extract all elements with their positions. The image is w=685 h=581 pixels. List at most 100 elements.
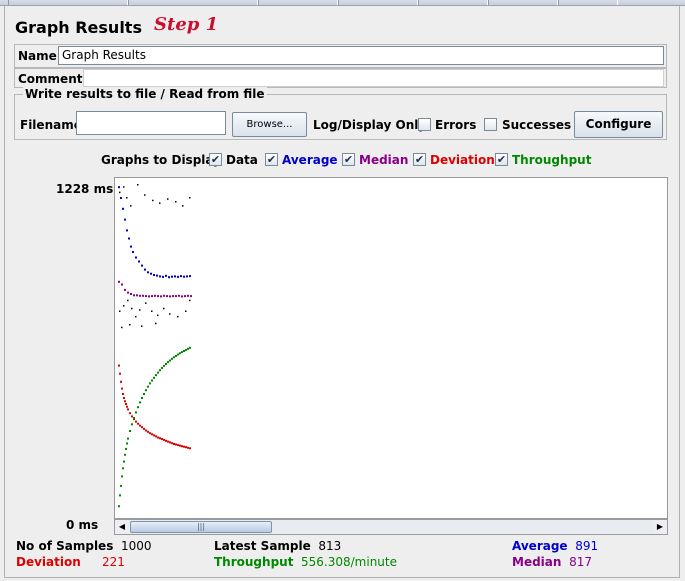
tab[interactable] xyxy=(258,0,338,5)
median-point xyxy=(178,294,180,297)
tab[interactable] xyxy=(338,0,418,5)
deviation-point xyxy=(165,439,167,442)
average-point xyxy=(141,264,143,267)
samples-label: No of Samples xyxy=(16,539,114,553)
throughput-point xyxy=(175,354,177,357)
median-point xyxy=(142,294,144,297)
throughput-checkbox[interactable]: ✔ xyxy=(495,153,508,166)
scroll-left-icon[interactable]: ◀ xyxy=(115,520,129,534)
graph-area xyxy=(114,177,668,519)
tab[interactable] xyxy=(8,0,128,5)
throughput-label: Throughput xyxy=(214,555,294,569)
average-label: Average xyxy=(512,539,568,553)
data-point xyxy=(175,201,177,203)
throughput-graph-label: Throughput xyxy=(512,153,592,167)
data-point xyxy=(139,309,141,311)
median-checkbox[interactable]: ✔ xyxy=(342,153,355,166)
median-label: Median xyxy=(512,555,562,569)
data-point xyxy=(123,186,125,188)
deviation-point xyxy=(139,424,141,427)
throughput-point xyxy=(147,385,149,388)
errors-label: Errors xyxy=(435,118,477,132)
graphs-to-display-label: Graphs to Display xyxy=(101,153,221,167)
throughput-point xyxy=(122,467,124,470)
scroll-thumb[interactable]: ||| xyxy=(130,521,272,533)
deviation-point xyxy=(135,420,137,423)
data-point xyxy=(167,198,169,200)
throughput-point xyxy=(155,374,157,377)
tab[interactable] xyxy=(558,0,618,5)
data-point xyxy=(119,191,121,194)
throughput-point xyxy=(123,460,125,463)
data-point xyxy=(189,197,191,199)
data-checkbox[interactable]: ✔ xyxy=(209,153,222,166)
tab[interactable] xyxy=(488,0,558,5)
average-point xyxy=(171,275,173,278)
median-point xyxy=(118,280,120,283)
average-point xyxy=(189,275,191,278)
data-point xyxy=(145,302,147,304)
average-point xyxy=(144,268,146,271)
median-point xyxy=(184,295,186,298)
configure-button[interactable]: Configure xyxy=(574,111,663,138)
deviation-point xyxy=(122,393,124,395)
deviation-point xyxy=(167,440,169,443)
throughput-point xyxy=(159,369,161,372)
data-point xyxy=(127,299,129,302)
deviation-stat-label: Deviation xyxy=(16,555,81,569)
deviation-point xyxy=(159,437,161,440)
average-point xyxy=(147,271,149,274)
deviation-point xyxy=(119,372,121,375)
throughput-point xyxy=(126,442,128,445)
browse-button[interactable]: Browse... xyxy=(232,112,307,137)
deviation-point xyxy=(127,408,129,411)
graph-scrollbar[interactable]: ◀ ||| ▶ xyxy=(114,519,668,535)
median-point xyxy=(148,295,150,298)
throughput-point xyxy=(119,494,121,497)
average-point xyxy=(162,275,164,278)
deviation-point xyxy=(173,443,175,445)
deviation-point xyxy=(155,435,157,438)
throughput-point xyxy=(163,364,165,367)
throughput-point xyxy=(149,382,151,385)
deviation-checkbox[interactable]: ✔ xyxy=(413,153,426,166)
median-stat: Median 817 xyxy=(512,555,592,569)
average-checkbox[interactable]: ✔ xyxy=(265,153,278,166)
data-point xyxy=(126,197,128,199)
data-point xyxy=(130,205,132,207)
successes-label: Successes xyxy=(502,118,572,132)
average-point xyxy=(124,218,126,221)
average-point xyxy=(177,275,179,278)
filename-input[interactable] xyxy=(76,111,226,135)
comments-field[interactable] xyxy=(83,69,664,87)
median-point xyxy=(124,288,126,291)
throughput-point xyxy=(167,361,169,364)
deviation-point xyxy=(163,438,165,441)
deviation-point xyxy=(124,400,126,403)
tab[interactable] xyxy=(418,0,488,5)
y-axis-max-label: 1228 ms xyxy=(56,182,114,196)
average-point xyxy=(128,237,130,240)
errors-checkbox[interactable] xyxy=(418,118,431,131)
successes-checkbox[interactable] xyxy=(484,118,497,131)
samples-value: 1000 xyxy=(120,539,152,553)
tab[interactable] xyxy=(128,0,258,5)
name-field[interactable]: Graph Results xyxy=(58,46,664,65)
median-point xyxy=(172,295,174,298)
scroll-right-icon[interactable]: ▶ xyxy=(653,520,667,534)
name-row: Name: Graph Results xyxy=(14,44,667,68)
deviation-point xyxy=(147,430,149,433)
throughput-point xyxy=(118,505,120,508)
throughput-point xyxy=(121,475,123,478)
data-point xyxy=(151,310,153,312)
throughput-point xyxy=(153,376,155,379)
data-point xyxy=(119,310,121,312)
latest-label: Latest Sample xyxy=(214,539,311,553)
throughput-point xyxy=(173,356,175,359)
data-point xyxy=(157,314,159,317)
latest-value: 813 xyxy=(318,539,342,553)
throughput-point xyxy=(133,417,135,419)
average-point xyxy=(174,275,176,278)
average-point xyxy=(153,274,155,276)
data-point xyxy=(121,326,123,329)
